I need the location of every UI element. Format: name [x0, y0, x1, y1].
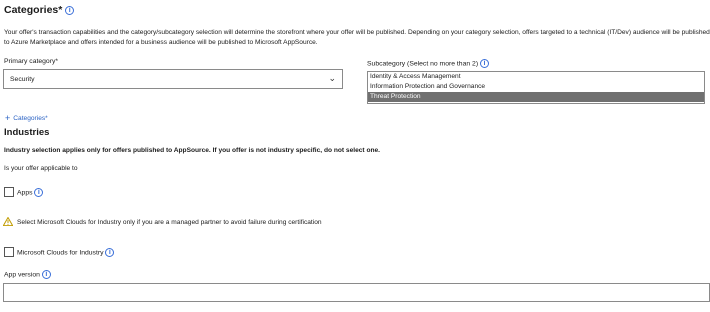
info-icon[interactable]: i — [41, 270, 51, 279]
info-icon[interactable]: i — [479, 59, 489, 68]
add-category-link[interactable]: + Categories* — [5, 113, 48, 123]
subcategory-listbox[interactable]: Identity & Access Management Information… — [367, 71, 705, 104]
apps-label: Apps — [17, 189, 33, 197]
description-line-2: to Azure Marketplace and offers intended… — [4, 39, 318, 46]
primary-category-label: Primary category* — [4, 58, 59, 65]
clouds-warning-text: Select Microsoft Clouds for Industry onl… — [17, 219, 322, 226]
info-icon[interactable]: i — [105, 248, 115, 257]
subcategory-label-row: Subcategory (Select no more than 2) i — [367, 59, 489, 68]
categories-description: Your offer's transaction capabilities an… — [4, 28, 710, 48]
apps-checkbox[interactable] — [4, 187, 14, 197]
info-icon[interactable]: i — [34, 188, 44, 197]
subcategory-option-selected[interactable]: Threat Protection — [368, 92, 704, 102]
app-version-label-row: App version i — [4, 270, 51, 279]
app-version-input[interactable] — [3, 283, 710, 302]
clouds-label: Microsoft Clouds for Industry — [17, 249, 104, 257]
subcategory-label: Subcategory (Select no more than 2) — [367, 60, 479, 68]
industries-title: Industries — [4, 127, 50, 138]
apps-label-row: Apps i — [17, 188, 44, 197]
primary-category-value: Security — [10, 76, 35, 83]
add-category-label: Categories* — [13, 115, 48, 122]
warning-icon — [3, 217, 13, 226]
categories-title: Categories* — [4, 4, 63, 16]
subcategory-option[interactable]: Information Protection and Governance — [368, 82, 704, 92]
clouds-for-industry-checkbox[interactable] — [4, 247, 14, 257]
info-icon[interactable]: i — [65, 5, 75, 15]
categories-heading: Categories* i — [4, 4, 75, 16]
primary-category-select[interactable]: Security ⌄ — [3, 69, 343, 89]
plus-icon: + — [5, 113, 11, 123]
applicable-question: Is your offer applicable to — [4, 165, 78, 172]
app-version-label: App version — [4, 271, 40, 279]
chevron-down-icon: ⌄ — [328, 73, 336, 83]
subcategory-option[interactable]: Identity & Access Management — [368, 72, 704, 82]
industries-note: Industry selection applies only for offe… — [4, 147, 381, 154]
clouds-label-row: Microsoft Clouds for Industry i — [17, 248, 115, 257]
description-line-1: Your offer's transaction capabilities an… — [4, 29, 710, 36]
